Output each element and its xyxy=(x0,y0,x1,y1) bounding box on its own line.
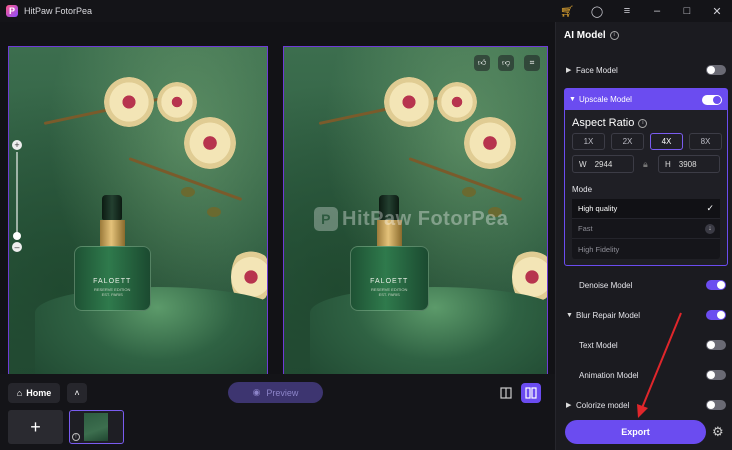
width-field[interactable]: W 2944 xyxy=(572,155,634,173)
colorize-model-row[interactable]: ▶ Colorize model xyxy=(566,394,726,416)
ratio-4x-button[interactable]: 4X xyxy=(650,133,683,150)
mode-option-fast[interactable]: Fast ↓ xyxy=(572,219,720,239)
bottle-sublabel: RESERVE EDITION EST. PARIS xyxy=(371,287,408,298)
orchid-flower xyxy=(464,117,516,169)
ratio-8x-button[interactable]: 8X xyxy=(689,133,722,150)
colorize-model-toggle[interactable] xyxy=(706,400,726,410)
chevron-up-icon: ˄ xyxy=(74,388,80,398)
lock-icon[interactable]: 🔒︎ xyxy=(643,159,648,170)
denoise-model-toggle[interactable] xyxy=(706,280,726,290)
caret-down-icon: ▼ xyxy=(569,96,576,103)
user-icon[interactable]: ◯ xyxy=(582,0,612,22)
animation-model-toggle[interactable] xyxy=(706,370,726,380)
text-model-row[interactable]: Text Model xyxy=(566,334,726,356)
face-model-toggle[interactable] xyxy=(706,65,726,75)
processed-image[interactable]: FALOETT RESERVE EDITION EST. PARIS P Hit… xyxy=(283,46,548,391)
denoise-model-row[interactable]: Denoise Model xyxy=(566,274,726,296)
bottle-label: FALOETT xyxy=(93,278,132,286)
bottom-bar: ⌂ Home ˄ ◉ Preview + ! xyxy=(0,374,555,450)
orchid-flower xyxy=(157,82,197,122)
menu-icon[interactable]: ≡ xyxy=(612,0,642,22)
caret-down-icon: ▼ xyxy=(566,311,573,319)
ratio-2x-button[interactable]: 2X xyxy=(611,133,644,150)
zoom-handle[interactable] xyxy=(13,232,21,240)
thumbs-up-icon[interactable]: 👍︎ xyxy=(474,55,490,71)
perfume-bottle: FALOETT RESERVE EDITION EST. PARIS xyxy=(73,194,151,312)
close-icon[interactable]: ✕ xyxy=(702,0,732,22)
upscale-model-toggle[interactable] xyxy=(702,94,722,105)
app-logo-icon: P xyxy=(6,5,18,17)
title-bar: P HitPaw FotorPea 🛒︎ ◯ ≡ – □ ✕ xyxy=(0,0,732,22)
orchid-bud xyxy=(181,187,195,197)
single-view-icon xyxy=(500,387,512,399)
image-thumbnail[interactable]: ! xyxy=(69,410,124,444)
bottle-label: FALOETT xyxy=(370,278,409,286)
single-view-button[interactable] xyxy=(496,383,516,403)
split-view-button[interactable] xyxy=(521,383,541,403)
home-button[interactable]: ⌂ Home xyxy=(8,383,60,403)
text-model-toggle[interactable] xyxy=(706,340,726,350)
thumbs-down-icon[interactable]: 👎︎ xyxy=(498,55,514,71)
plus-icon: + xyxy=(30,416,41,437)
watermark-logo-icon: P xyxy=(314,207,338,231)
mode-list: High quality ✓ Fast ↓ High Fidelity xyxy=(572,199,720,259)
download-icon[interactable]: ↓ xyxy=(705,223,715,234)
zoom-in-icon[interactable]: + xyxy=(12,140,22,150)
canvas-area: FALOETT RESERVE EDITION EST. PARIS + – F… xyxy=(0,22,555,391)
zoom-slider[interactable]: + – xyxy=(10,140,24,252)
original-image[interactable]: FALOETT RESERVE EDITION EST. PARIS xyxy=(8,46,268,391)
upscale-model-section: ▼ Upscale Model Aspect Ratio i 1X 2X 4X … xyxy=(564,88,728,266)
mode-option-high-fidelity[interactable]: High Fidelity xyxy=(572,239,720,259)
add-image-button[interactable]: + xyxy=(8,410,63,444)
collapse-button[interactable]: ˄ xyxy=(67,383,87,403)
caret-right-icon: ▶ xyxy=(566,402,572,409)
title-bar-controls: 🛒︎ ◯ ≡ – □ ✕ xyxy=(552,0,732,22)
info-icon[interactable]: i xyxy=(638,118,648,128)
ai-model-panel: AI Model i ▶ Face Model ▼ Upscale Model … xyxy=(555,22,732,450)
aspect-ratio-title: Aspect Ratio i xyxy=(572,117,648,129)
height-field[interactable]: H 3908 xyxy=(658,155,720,173)
cart-icon[interactable]: 🛒︎ xyxy=(552,0,582,22)
home-icon: ⌂ xyxy=(16,388,23,398)
split-view-icon xyxy=(525,387,537,399)
blur-repair-model-row[interactable]: ▼ Blur Repair Model xyxy=(566,304,726,326)
export-button[interactable]: Export xyxy=(565,420,706,444)
crop-icon[interactable]: ⌗ xyxy=(524,55,540,71)
mode-label: Mode xyxy=(572,185,593,194)
orchid-flower xyxy=(184,117,236,169)
panel-title: AI Model i xyxy=(564,30,619,41)
caret-right-icon: ▶ xyxy=(566,67,572,74)
check-icon: ✓ xyxy=(706,203,714,213)
preview-button[interactable]: ◉ Preview xyxy=(228,382,323,403)
upscale-model-header[interactable]: ▼ Upscale Model xyxy=(565,89,727,110)
orchid-flower xyxy=(104,77,154,127)
orchid-bud xyxy=(207,207,221,217)
orchid-flower xyxy=(437,82,477,122)
watermark: P HitPaw FotorPea xyxy=(314,207,508,231)
face-model-row[interactable]: ▶ Face Model xyxy=(566,59,726,81)
orchid-bud xyxy=(462,187,476,197)
orchid-flower xyxy=(384,77,434,127)
gear-icon[interactable]: ⚙ xyxy=(712,424,724,440)
zoom-out-icon[interactable]: – xyxy=(12,242,22,252)
mode-option-high-quality[interactable]: High quality ✓ xyxy=(572,199,720,219)
maximize-icon[interactable]: □ xyxy=(672,0,702,22)
info-icon[interactable]: ! xyxy=(72,433,80,441)
blur-repair-model-toggle[interactable] xyxy=(706,310,726,320)
animation-model-row[interactable]: Animation Model xyxy=(566,364,726,386)
minimize-icon[interactable]: – xyxy=(642,0,672,22)
eye-icon: ◉ xyxy=(252,387,261,397)
app-title: HitPaw FotorPea xyxy=(24,6,93,16)
ratio-1x-button[interactable]: 1X xyxy=(572,133,605,150)
info-icon[interactable]: i xyxy=(609,31,619,40)
bottle-sublabel: RESERVE EDITION EST. PARIS xyxy=(94,287,131,298)
